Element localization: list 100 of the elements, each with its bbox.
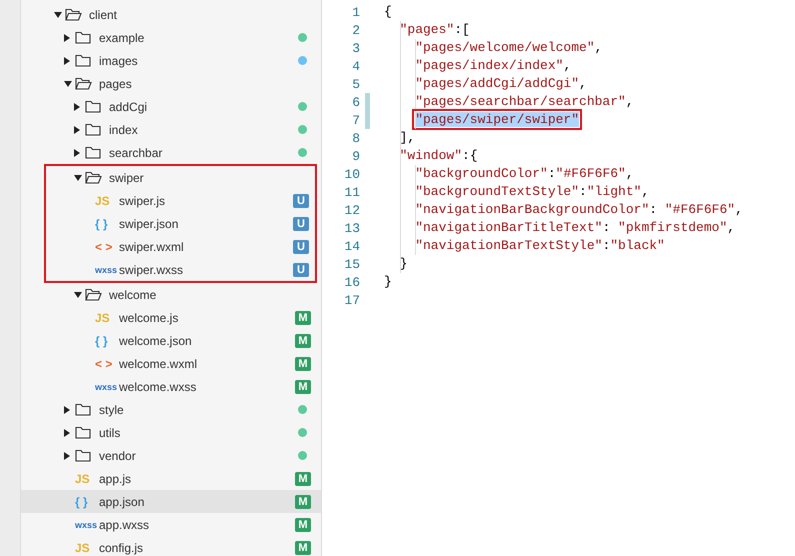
caret-down-icon[interactable] <box>64 80 72 86</box>
file-name: app.wxss <box>99 518 150 532</box>
folder-row[interactable]: client <box>21 3 321 26</box>
code-text: "pages/addCgi/addCgi", <box>415 76 587 91</box>
file-name: welcome.wxml <box>119 356 198 370</box>
file-row[interactable]: { } app.json M <box>21 490 321 513</box>
folder-icon <box>85 146 101 159</box>
folder-icon <box>85 288 102 301</box>
file-row[interactable]: wxss welcome.wxss M <box>21 375 321 398</box>
line-number: 2 <box>351 22 360 38</box>
file-row[interactable]: JS swiper.js U <box>21 189 315 212</box>
line-number: 3 <box>351 40 360 56</box>
file-row[interactable]: < > swiper.wxml U <box>21 235 315 258</box>
file-name: swiper.wxml <box>119 240 185 254</box>
file-name: app.json <box>99 494 146 508</box>
line-number: 11 <box>343 184 360 200</box>
caret-right-icon[interactable] <box>74 102 80 110</box>
file-name: welcome.wxss <box>119 380 198 394</box>
folder-row[interactable]: example <box>21 26 321 49</box>
folder-row[interactable]: addCgi <box>21 95 321 118</box>
file-name: utils <box>99 426 122 440</box>
folder-row[interactable]: pages <box>21 72 321 95</box>
caret-right-icon[interactable] <box>74 148 80 156</box>
status-badge: M <box>295 334 311 348</box>
folder-row[interactable]: swiper <box>21 166 315 189</box>
line-number: 8 <box>351 130 360 146</box>
file-name: welcome.json <box>119 334 193 348</box>
status-badge: U <box>293 240 309 254</box>
file-type-icon: wxss <box>75 520 98 530</box>
caret-down-icon[interactable] <box>74 292 82 298</box>
folder-row[interactable]: searchbar <box>21 141 321 164</box>
code-text: "pages":[ <box>400 22 470 37</box>
caret-right-icon[interactable] <box>64 34 70 42</box>
file-row[interactable]: JS welcome.js M <box>21 306 321 329</box>
file-name: app.js <box>99 472 132 486</box>
file-type-icon: JS <box>75 472 90 486</box>
status-badge: U <box>293 216 309 230</box>
file-name: vendor <box>99 448 137 462</box>
file-name: example <box>99 30 146 44</box>
code-text: "navigationBarTextStyle":"black" <box>415 238 665 253</box>
file-type-icon: wxss <box>95 264 118 274</box>
caret-right-icon[interactable] <box>74 126 80 134</box>
caret-right-icon[interactable] <box>64 428 70 436</box>
code-text: "pages/welcome/welcome", <box>415 40 602 55</box>
file-name: swiper.js <box>119 194 166 208</box>
line-number: 9 <box>351 148 360 164</box>
code-text: } <box>400 256 408 271</box>
folder-row[interactable]: utils <box>21 421 321 444</box>
folder-icon <box>75 426 91 439</box>
file-name: pages <box>99 76 133 90</box>
caret-down-icon[interactable] <box>54 12 62 18</box>
file-row[interactable]: < > welcome.wxml M <box>21 352 321 375</box>
caret-down-icon[interactable] <box>74 174 82 180</box>
folder-icon <box>75 31 91 44</box>
folder-icon <box>75 403 91 416</box>
file-name: welcome.js <box>119 310 180 324</box>
file-type-icon: { } <box>95 216 108 230</box>
code-text: { <box>384 4 392 19</box>
folder-icon <box>75 449 91 462</box>
line-number: 7 <box>351 112 360 128</box>
file-row[interactable]: wxss swiper.wxss U <box>21 258 315 281</box>
caret-right-icon[interactable] <box>64 406 70 414</box>
file-name: config.js <box>99 540 144 554</box>
file-row[interactable]: JS app.js M <box>21 467 321 490</box>
folder-icon <box>75 54 91 67</box>
file-name: client <box>89 8 118 22</box>
file-type-icon: { } <box>75 494 88 508</box>
folder-icon <box>85 123 101 136</box>
folder-icon <box>85 171 102 184</box>
file-name: style <box>99 402 125 416</box>
folder-row[interactable]: index <box>21 118 321 141</box>
file-row[interactable]: { } swiper.json U <box>21 212 315 235</box>
folder-row[interactable]: vendor <box>21 444 321 467</box>
line-number: 10 <box>343 166 360 182</box>
status-badge: M <box>295 472 311 486</box>
code-text: "window":{ <box>400 148 478 163</box>
status-badge: U <box>293 194 309 208</box>
line-number: 15 <box>343 256 360 272</box>
file-name: index <box>109 122 139 136</box>
folder-icon <box>75 77 92 90</box>
file-row[interactable]: wxss app.wxss M <box>21 513 321 536</box>
status-badge: M <box>295 540 311 554</box>
caret-right-icon[interactable] <box>64 452 70 460</box>
status-badge: M <box>295 380 311 394</box>
line-number: 6 <box>351 94 360 110</box>
file-row[interactable]: JS config.js M <box>21 536 321 556</box>
file-type-icon: JS <box>75 540 90 554</box>
code-text: ], <box>400 130 416 145</box>
line-number: 16 <box>343 274 360 290</box>
file-type-icon: { } <box>95 334 108 348</box>
file-row[interactable]: { } welcome.json M <box>21 329 321 352</box>
folder-row[interactable]: style <box>21 398 321 421</box>
status-badge: M <box>295 518 311 532</box>
folder-row[interactable]: welcome <box>21 283 321 306</box>
status-badge: U <box>293 262 309 276</box>
code-text: "navigationBarBackgroundColor": "#F6F6F6", <box>415 202 743 217</box>
file-name: swiper.wxss <box>119 262 184 276</box>
folder-row[interactable]: images <box>21 49 321 72</box>
caret-right-icon[interactable] <box>64 56 70 64</box>
line-number: 17 <box>343 292 360 308</box>
